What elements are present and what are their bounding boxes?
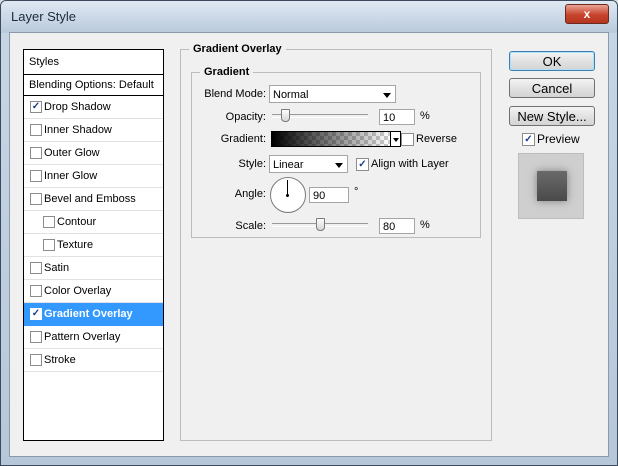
style-value: Linear (273, 159, 304, 171)
chevron-down-icon (393, 138, 399, 142)
angle-unit: ° (354, 186, 359, 198)
style-item-satin[interactable]: Satin (24, 257, 163, 280)
style-item-label: Inner Shadow (44, 124, 112, 136)
layer-style-dialog: Layer Style x Styles Blending Options: D… (0, 0, 618, 466)
dialog-body: Styles Blending Options: Default ✓ Drop … (9, 32, 609, 457)
blend-mode-select[interactable]: Normal (269, 85, 396, 103)
checkbox-icon[interactable] (30, 285, 42, 297)
scale-slider-thumb[interactable] (316, 218, 325, 231)
style-item-bevel-emboss[interactable]: Bevel and Emboss (24, 188, 163, 211)
scale-label: Scale: (235, 220, 266, 232)
styles-list: Styles Blending Options: Default ✓ Drop … (23, 49, 164, 441)
angle-dial[interactable] (270, 177, 306, 213)
panel-title: Gradient Overlay (189, 43, 286, 55)
opacity-slider-thumb[interactable] (281, 109, 290, 122)
align-with-layer-label: Align with Layer (371, 158, 449, 170)
scale-input[interactable]: 80 (379, 218, 415, 234)
checkbox-icon[interactable] (30, 331, 42, 343)
reverse-label: Reverse (416, 133, 457, 145)
checkbox-icon[interactable] (43, 216, 55, 228)
angle-dial-center (286, 194, 289, 197)
checkbox-icon[interactable]: ✓ (30, 308, 42, 320)
style-item-label: Drop Shadow (44, 101, 111, 113)
style-item-gradient-overlay[interactable]: ✓ Gradient Overlay (24, 303, 163, 326)
preview-swatch (537, 171, 567, 201)
style-item-label: Stroke (44, 354, 76, 366)
gradient-overlay-panel: Gradient Overlay Gradient Blend Mode: No… (180, 43, 492, 441)
checkbox-icon[interactable] (30, 193, 42, 205)
blend-mode-value: Normal (273, 89, 309, 101)
style-item-label: Outer Glow (44, 147, 100, 159)
new-style-button[interactable]: New Style... (509, 106, 595, 126)
style-item-drop-shadow[interactable]: ✓ Drop Shadow (24, 96, 163, 119)
gradient-preview (272, 132, 390, 146)
opacity-slider-track[interactable] (272, 109, 368, 122)
style-item-label: Texture (57, 239, 94, 251)
style-item-label: Pattern Overlay (44, 331, 121, 343)
style-item-label: Gradient Overlay (44, 308, 133, 320)
style-item-outer-glow[interactable]: Outer Glow (24, 142, 163, 165)
title-bar[interactable]: Layer Style x (1, 1, 617, 33)
angle-needle (287, 180, 288, 195)
angle-label: Angle: (234, 188, 266, 200)
gradient-swatch[interactable] (271, 131, 391, 147)
checkbox-icon[interactable] (30, 170, 42, 182)
style-preview (518, 153, 584, 219)
style-label: Style: (238, 158, 266, 170)
style-item-inner-shadow[interactable]: Inner Shadow (24, 119, 163, 142)
gradient-label: Gradient: (220, 133, 266, 145)
scale-slider-track[interactable] (272, 218, 368, 231)
style-item-label: Bevel and Emboss (44, 193, 136, 205)
opacity-input[interactable]: 10 (379, 109, 415, 125)
styles-header[interactable]: Styles (24, 50, 163, 75)
reverse-checkbox[interactable] (401, 133, 414, 146)
checkbox-icon[interactable] (30, 354, 42, 366)
style-item-label: Color Overlay (44, 285, 112, 297)
checkbox-icon[interactable]: ✓ (30, 101, 42, 113)
close-icon: x (583, 7, 591, 21)
opacity-label: Opacity: (225, 111, 266, 123)
angle-input[interactable]: 90 (309, 187, 349, 203)
close-button[interactable]: x (565, 4, 609, 24)
ok-button[interactable]: OK (509, 51, 595, 71)
group-title: Gradient (200, 66, 254, 78)
style-item-color-overlay[interactable]: Color Overlay (24, 280, 163, 303)
style-item-pattern-overlay[interactable]: Pattern Overlay (24, 326, 163, 349)
style-item-stroke[interactable]: Stroke (24, 349, 163, 372)
gradient-group: Gradient Blend Mode: Normal Opacity: 10 … (191, 66, 481, 238)
checkbox-icon[interactable] (43, 239, 55, 251)
scale-unit: % (420, 219, 430, 231)
blend-mode-label: Blend Mode: (204, 88, 266, 100)
gradient-dropdown-button[interactable] (391, 131, 401, 147)
opacity-unit: % (420, 110, 430, 122)
preview-label: Preview (537, 132, 580, 146)
style-item-texture[interactable]: Texture (24, 234, 163, 257)
cancel-button[interactable]: Cancel (509, 78, 595, 98)
style-select[interactable]: Linear (269, 155, 348, 173)
window-title: Layer Style (11, 9, 77, 24)
chevron-down-icon (335, 163, 343, 168)
style-item-label: Satin (44, 262, 70, 274)
style-item-contour[interactable]: Contour (24, 211, 163, 234)
style-item-inner-glow[interactable]: Inner Glow (24, 165, 163, 188)
checkbox-icon[interactable] (30, 262, 42, 274)
checkbox-icon[interactable] (30, 124, 42, 136)
blending-options-item[interactable]: Blending Options: Default (24, 75, 163, 96)
align-with-layer-checkbox[interactable]: ✓ (356, 158, 369, 171)
style-item-label: Inner Glow (44, 170, 98, 182)
preview-checkbox[interactable]: ✓ (522, 133, 535, 146)
style-item-label: Contour (57, 216, 97, 228)
checkbox-icon[interactable] (30, 147, 42, 159)
chevron-down-icon (383, 93, 391, 98)
